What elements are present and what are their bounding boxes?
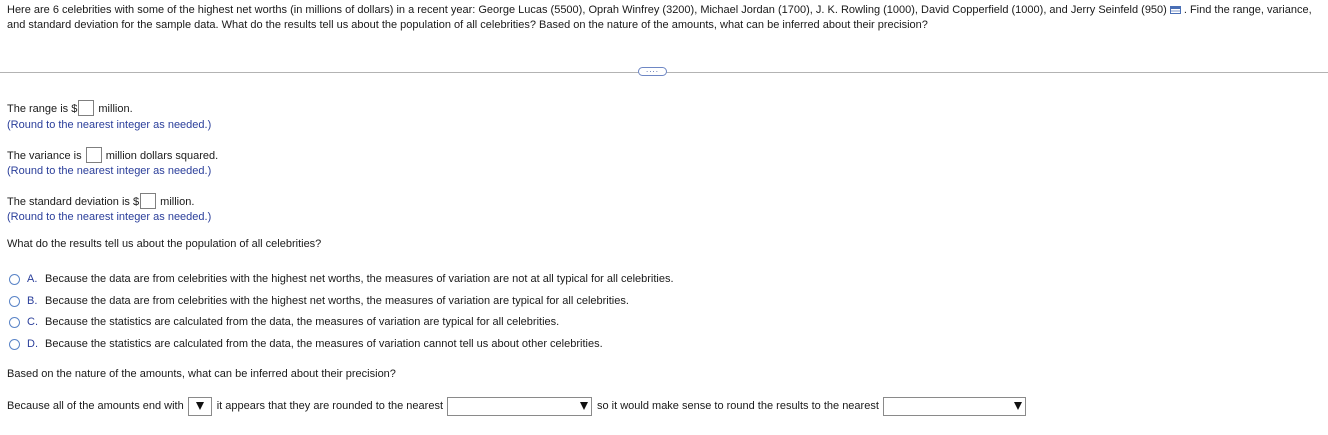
data-table-icon[interactable]	[1169, 4, 1181, 14]
stddev-prefix: The standard deviation is $	[7, 196, 140, 208]
variance-suffix: million dollars squared.	[105, 150, 219, 162]
question-text: Here are 6 celebrities with some of the …	[7, 3, 1323, 33]
range-prefix: The range is $	[7, 103, 78, 115]
range-suffix: million.	[98, 103, 133, 115]
stddev-answer-input[interactable]	[140, 193, 157, 209]
precision-part-1: Because all of the amounts end with	[7, 400, 184, 412]
radio-option-c[interactable]	[9, 316, 20, 328]
precision-sentence: Because all of the amounts end with it a…	[7, 396, 1026, 416]
more-dots-icon[interactable]: ....	[638, 66, 667, 76]
rounded-to-dropdown[interactable]	[447, 396, 592, 416]
range-hint: (Round to the nearest integer as needed.…	[7, 119, 212, 131]
stddev-line: The standard deviation is $ million.	[7, 193, 194, 209]
population-question: What do the results tell us about the po…	[7, 238, 322, 250]
radio-option-d[interactable]	[9, 338, 20, 350]
option-a-text: Because the data are from celebrities wi…	[45, 273, 674, 285]
option-d[interactable]: D. Because the statistics are calculated…	[9, 337, 603, 351]
stddev-hint: (Round to the nearest integer as needed.…	[7, 211, 212, 223]
option-b[interactable]: B. Because the data are from celebrities…	[9, 294, 629, 308]
option-b-text: Because the data are from celebrities wi…	[45, 295, 629, 307]
option-a-letter: A.	[27, 273, 38, 285]
option-a[interactable]: A. Because the data are from celebrities…	[9, 272, 674, 286]
chevron-down-icon	[195, 402, 204, 410]
ending-digit-dropdown[interactable]	[187, 396, 212, 416]
precision-part-3: so it would make sense to round the resu…	[597, 400, 879, 412]
option-b-letter: B.	[27, 295, 38, 307]
option-c-text: Because the statistics are calculated fr…	[45, 316, 560, 328]
option-d-text: Because the statistics are calculated fr…	[45, 338, 603, 350]
option-c[interactable]: C. Because the statistics are calculated…	[9, 315, 559, 329]
chevron-down-icon	[580, 402, 588, 410]
variance-line: The variance is million dollars squared.	[7, 147, 218, 163]
round-results-dropdown[interactable]	[882, 396, 1026, 416]
stddev-suffix: million.	[160, 196, 195, 208]
question-text-part-1: Here are 6 celebrities with some of the …	[7, 4, 1167, 16]
variance-hint: (Round to the nearest integer as needed.…	[7, 165, 212, 177]
variance-answer-input[interactable]	[85, 147, 102, 163]
chevron-down-icon	[1013, 402, 1022, 410]
range-answer-input[interactable]	[78, 100, 95, 116]
variance-prefix: The variance is	[7, 150, 82, 162]
precision-part-2: it appears that they are rounded to the …	[216, 400, 443, 412]
option-c-letter: C.	[27, 316, 38, 328]
radio-option-a[interactable]	[9, 273, 20, 285]
radio-option-b[interactable]	[9, 295, 20, 307]
precision-question: Based on the nature of the amounts, what…	[7, 368, 396, 380]
option-d-letter: D.	[27, 338, 38, 350]
range-line: The range is $ million.	[7, 100, 133, 116]
